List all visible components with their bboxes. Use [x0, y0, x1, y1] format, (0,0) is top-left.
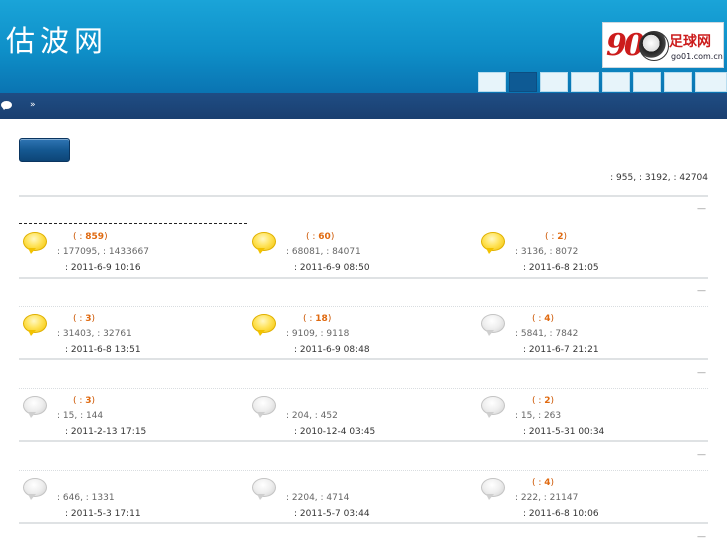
- new-posts-bubble-icon: [481, 232, 505, 254]
- today-post-count: ( : 60): [306, 232, 335, 242]
- no-new-posts-bubble-icon: [481, 478, 505, 500]
- forum-totals: : 5841, : 7842: [515, 329, 579, 339]
- forum-item[interactable]: ( : 4) : 5841, : 7842 : 2011-6-7 21:21: [477, 314, 705, 362]
- last-post-time[interactable]: : 2011-2-13 17:15: [65, 427, 146, 437]
- nav-tab-2[interactable]: [509, 72, 537, 92]
- today-post-count: ( : 4): [532, 478, 555, 488]
- logo-url: go01.com.cn: [671, 52, 723, 61]
- forum-stats: : 955, : 3192, : 42704: [610, 173, 708, 183]
- last-post-time[interactable]: : 2011-5-31 00:34: [523, 427, 604, 437]
- forum-totals: : 68081, : 84071: [286, 247, 361, 257]
- forum-totals: : 177095, : 1433667: [57, 247, 149, 257]
- no-new-posts-bubble-icon: [252, 478, 276, 500]
- section-collapse-marker[interactable]: —: [697, 532, 706, 542]
- last-post-time[interactable]: : 2011-5-3 17:11: [65, 509, 141, 519]
- last-post-time[interactable]: : 2010-12-4 03:45: [294, 427, 375, 437]
- last-post-time[interactable]: : 2011-6-8 13:51: [65, 345, 141, 355]
- site-header: 估波网 90 足球网 go01.com.cn: [0, 0, 727, 93]
- partner-logo[interactable]: 90 足球网 go01.com.cn: [602, 22, 724, 68]
- row-separator: [19, 306, 708, 307]
- forum-item[interactable]: : 204, : 452 : 2010-12-4 03:45: [248, 396, 476, 444]
- new-post-button[interactable]: [19, 138, 70, 162]
- last-post-time[interactable]: : 2011-6-9 08:48: [294, 345, 370, 355]
- logo-number: 90: [606, 28, 645, 63]
- last-post-time[interactable]: : 2011-6-8 10:06: [523, 509, 599, 519]
- no-new-posts-bubble-icon: [252, 396, 276, 418]
- no-new-posts-bubble-icon: [481, 314, 505, 336]
- soccer-ball-icon: [639, 31, 669, 61]
- section-collapse-marker[interactable]: —: [697, 368, 706, 378]
- forum-totals: : 646, : 1331: [57, 493, 115, 503]
- today-post-count: ( : 3): [73, 396, 96, 406]
- forum-item[interactable]: ( : 3) : 15, : 144 : 2011-2-13 17:15: [19, 396, 247, 444]
- forum-totals: : 15, : 144: [57, 411, 104, 421]
- today-post-count: ( : 2): [545, 232, 568, 242]
- forum-item[interactable]: ( : 4) : 222, : 21147 : 2011-6-8 10:06: [477, 478, 705, 526]
- today-post-count: ( : 18): [303, 314, 332, 324]
- last-post-time[interactable]: : 2011-6-8 21:05: [523, 263, 599, 273]
- nav-tab-4[interactable]: [571, 72, 599, 92]
- section-collapse-marker[interactable]: —: [697, 286, 706, 296]
- no-new-posts-bubble-icon: [23, 478, 47, 500]
- last-post-time[interactable]: : 2011-6-9 08:50: [294, 263, 370, 273]
- breadcrumb-bar: »: [0, 93, 727, 119]
- new-posts-bubble-icon: [23, 314, 47, 336]
- new-posts-bubble-icon: [23, 232, 47, 254]
- forum-totals: : 204, : 452: [286, 411, 338, 421]
- forum-totals: : 31403, : 32761: [57, 329, 132, 339]
- no-new-posts-bubble-icon: [23, 396, 47, 418]
- section-collapse-marker[interactable]: —: [697, 204, 706, 214]
- today-post-count: ( : 859): [73, 232, 108, 242]
- no-new-posts-bubble-icon: [481, 396, 505, 418]
- forum-totals: : 222, : 21147: [515, 493, 579, 503]
- speech-bubble-icon: [1, 101, 12, 110]
- nav-tab-5[interactable]: [602, 72, 630, 92]
- today-post-count: ( : 4): [532, 314, 555, 324]
- forum-item[interactable]: ( : 18) : 9109, : 9118 : 2011-6-9 08:48: [248, 314, 476, 362]
- forum-item[interactable]: ( : 859) : 177095, : 1433667 : 2011-6-9 …: [19, 232, 247, 280]
- last-post-time[interactable]: : 2011-6-7 21:21: [523, 345, 599, 355]
- last-post-time[interactable]: : 2011-6-9 10:16: [65, 263, 141, 273]
- section-collapse-marker[interactable]: —: [697, 450, 706, 460]
- logo-name: 足球网: [669, 34, 711, 50]
- forum-totals: : 15, : 263: [515, 411, 562, 421]
- forum-item[interactable]: : 646, : 1331 : 2011-5-3 17:11: [19, 478, 247, 526]
- new-posts-bubble-icon: [252, 232, 276, 254]
- forum-item[interactable]: ( : 60) : 68081, : 84071 : 2011-6-9 08:5…: [248, 232, 476, 280]
- new-posts-bubble-icon: [252, 314, 276, 336]
- category-underline: [19, 223, 247, 224]
- breadcrumb-separator: »: [30, 100, 36, 110]
- today-post-count: ( : 3): [73, 314, 96, 324]
- today-post-count: ( : 2): [532, 396, 555, 406]
- site-title[interactable]: 估波网: [6, 18, 108, 60]
- forum-item[interactable]: ( : 3) : 31403, : 32761 : 2011-6-8 13:51: [19, 314, 247, 362]
- section-divider: [19, 195, 708, 197]
- nav-tab-6[interactable]: [633, 72, 661, 92]
- row-separator: [19, 388, 708, 389]
- forum-item[interactable]: : 2204, : 4714 : 2011-5-7 03:44: [248, 478, 476, 526]
- forum-totals: : 3136, : 8072: [515, 247, 579, 257]
- forum-item[interactable]: ( : 2) : 15, : 263 : 2011-5-31 00:34: [477, 396, 705, 444]
- last-post-time[interactable]: : 2011-5-7 03:44: [294, 509, 370, 519]
- nav-tab-7[interactable]: [664, 72, 692, 92]
- forum-item[interactable]: ( : 2) : 3136, : 8072 : 2011-6-8 21:05: [477, 232, 705, 280]
- nav-tab-3[interactable]: [540, 72, 568, 92]
- forum-totals: : 9109, : 9118: [286, 329, 350, 339]
- row-separator: [19, 470, 708, 471]
- nav-tab-8[interactable]: [695, 72, 727, 92]
- forum-totals: : 2204, : 4714: [286, 493, 350, 503]
- nav-tab-1[interactable]: [478, 72, 506, 92]
